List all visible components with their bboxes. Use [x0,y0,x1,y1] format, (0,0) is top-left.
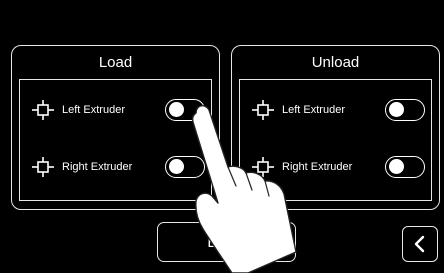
back-button[interactable] [402,226,438,262]
load-right-extruder-label: Right Extruder [62,161,133,173]
unload-panel-title: Unload [311,54,360,71]
chevron-left-icon [414,235,425,253]
unload-left-extruder-toggle[interactable] [385,99,425,121]
extruder-icon [252,157,274,177]
load-left-extruder-toggle[interactable] [165,99,205,121]
toggle-knob [169,159,184,174]
load-panel-title: Load [98,54,133,71]
unload-right-extruder-toggle[interactable] [385,156,425,178]
extruder-icon [32,157,54,177]
toggle-knob [389,102,404,117]
extruder-icon [252,100,274,120]
unload-right-extruder-row: Right Extruder [252,154,425,180]
begin-button-label: Begin [207,233,246,251]
load-panel: Load Left Extruder Right Extruder [11,45,220,210]
begin-button[interactable]: Begin [157,222,296,262]
unload-panel: Unload Left Extruder Right Extruder [231,45,440,210]
load-right-extruder-toggle[interactable] [165,156,205,178]
load-right-extruder-row: Right Extruder [32,154,205,180]
unload-right-extruder-label: Right Extruder [282,161,353,173]
load-left-extruder-row: Left Extruder [32,97,205,123]
unload-left-extruder-row: Left Extruder [252,97,425,123]
toggle-knob [389,159,404,174]
unload-options-box: Left Extruder Right Extruder [239,79,432,201]
unload-left-extruder-label: Left Extruder [282,104,345,116]
extruder-icon [32,100,54,120]
load-options-box: Left Extruder Right Extruder [19,79,212,201]
load-left-extruder-label: Left Extruder [62,104,125,116]
toggle-knob [169,102,184,117]
